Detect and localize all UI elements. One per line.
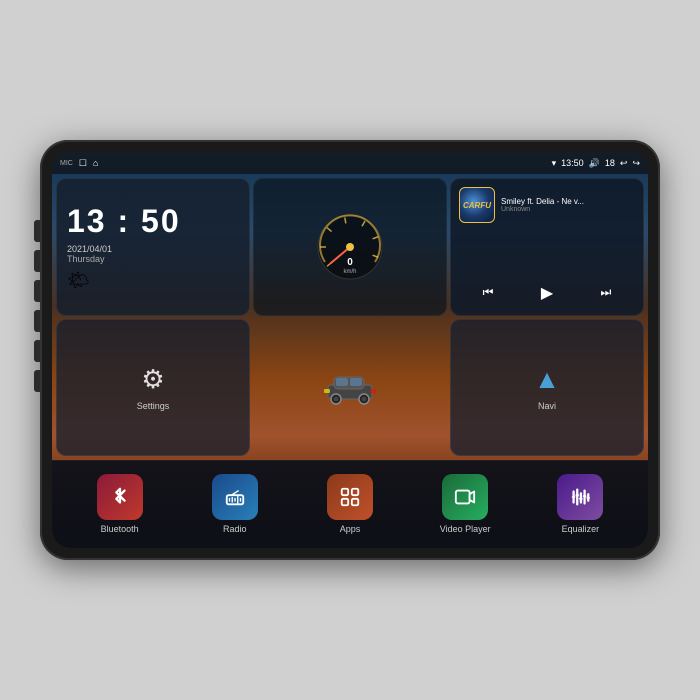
music-artist: Unknown <box>501 206 635 213</box>
video-icon <box>454 486 476 508</box>
bluetooth-icon <box>109 486 131 508</box>
apps-icon <box>339 486 361 508</box>
nav-back-icon: ↩ <box>620 158 628 169</box>
screen: MIC ☐ ⌂ ▾ 13:50 🔊 18 ↩ ↪ 13 : 50 2021/04… <box>52 152 648 548</box>
battery-outline-icon: ☐ <box>79 158 87 169</box>
clock-time: 13 : 50 <box>67 203 239 240</box>
settings-label: Settings <box>137 401 170 411</box>
equalizer-icon-box <box>557 474 603 520</box>
apps-app[interactable]: Apps <box>292 474 407 534</box>
music-top: CARFU Smiley ft. Delia - Ne v... Unknown <box>459 187 635 223</box>
prev-button[interactable]: ⏮ <box>479 283 498 302</box>
radio-icon-box <box>212 474 258 520</box>
apps-label: Apps <box>340 524 361 534</box>
navi-widget[interactable]: ▲ Navi <box>450 319 644 457</box>
bluetooth-label: Bluetooth <box>101 524 139 534</box>
car-head-unit: MIC ☐ ⌂ ▾ 13:50 🔊 18 ↩ ↪ 13 : 50 2021/04… <box>40 140 660 560</box>
next-button[interactable]: ⏭ <box>596 283 615 302</box>
clock-day: Thursday <box>67 254 239 264</box>
mic-label: MIC <box>60 160 73 167</box>
music-title: Smiley ft. Delia - Ne v... <box>501 197 635 206</box>
radio-icon <box>224 486 246 508</box>
bluetooth-app[interactable]: Bluetooth <box>62 474 177 534</box>
video-icon-box <box>442 474 488 520</box>
settings-widget[interactable]: ⚙ Settings <box>56 319 250 457</box>
rst-button[interactable] <box>34 250 40 272</box>
side-buttons <box>34 220 40 392</box>
mode-button[interactable] <box>34 310 40 332</box>
wifi-icon: ▾ <box>552 158 557 169</box>
battery-level: 18 <box>605 158 615 168</box>
bottom-app-bar: Bluetooth Radio <box>52 460 648 548</box>
equalizer-app[interactable]: Equalizer <box>523 474 638 534</box>
clock-widget: 13 : 50 2021/04/01 Thursday 🌤 <box>56 178 250 316</box>
bluetooth-icon-box <box>97 474 143 520</box>
power-button[interactable] <box>34 280 40 302</box>
status-bar: MIC ☐ ⌂ ▾ 13:50 🔊 18 ↩ ↪ <box>52 152 648 174</box>
play-button[interactable]: ▶ <box>537 281 557 305</box>
weather-icon: 🌤 <box>67 270 239 291</box>
carfu-label: CARFU <box>463 201 491 210</box>
vol-up-button[interactable] <box>34 340 40 362</box>
equalizer-label: Equalizer <box>562 524 600 534</box>
vol-down-button[interactable] <box>34 370 40 392</box>
road-view-center <box>253 319 447 457</box>
music-info: Smiley ft. Delia - Ne v... Unknown <box>501 197 635 213</box>
svg-text:km/h: km/h <box>343 269 356 275</box>
main-grid: 13 : 50 2021/04/01 Thursday 🌤 <box>52 174 648 460</box>
clock-date: 2021/04/01 <box>67 244 239 254</box>
svg-text:0: 0 <box>347 257 353 268</box>
speed-widget: 0 km/h <box>253 178 447 316</box>
apps-icon-box <box>327 474 373 520</box>
car-icon <box>320 367 380 407</box>
radio-app[interactable]: Radio <box>177 474 292 534</box>
radio-label: Radio <box>223 524 247 534</box>
video-player-app[interactable]: Video Player <box>408 474 523 534</box>
video-player-label: Video Player <box>440 524 491 534</box>
navi-icon: ▲ <box>534 364 560 395</box>
music-logo: CARFU <box>459 187 495 223</box>
home-status-icon: ⌂ <box>93 158 98 168</box>
settings-icon: ⚙ <box>141 364 164 395</box>
time-display: 13:50 <box>561 158 584 168</box>
status-left: MIC ☐ ⌂ <box>60 158 98 169</box>
mic-button[interactable] <box>34 220 40 242</box>
music-controls[interactable]: ⏮ ▶ ⏭ <box>459 279 635 307</box>
volume-icon: 🔊 <box>589 158 600 169</box>
navi-label: Navi <box>538 401 556 411</box>
nav-forward-icon: ↪ <box>632 158 640 169</box>
equalizer-icon <box>569 486 591 508</box>
status-right: ▾ 13:50 🔊 18 ↩ ↪ <box>552 158 640 169</box>
speedometer-svg: 0 km/h <box>310 207 390 287</box>
music-widget: CARFU Smiley ft. Delia - Ne v... Unknown… <box>450 178 644 316</box>
